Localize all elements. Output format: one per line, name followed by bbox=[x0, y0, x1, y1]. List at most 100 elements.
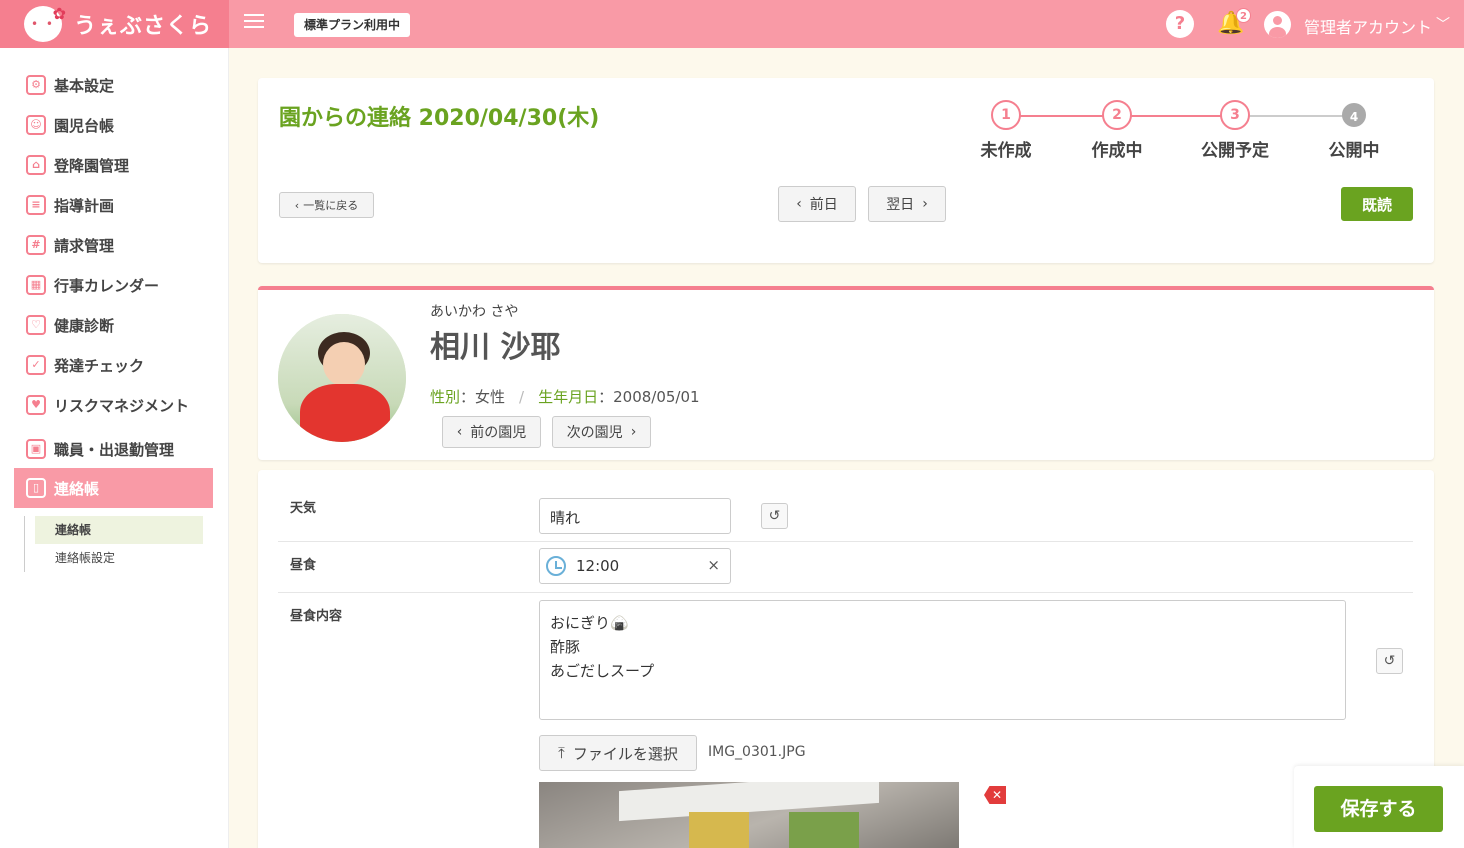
sidebar-item-development-check[interactable]: ✓ 発達チェック bbox=[14, 345, 213, 385]
sidebar-item-label: 行事カレンダー bbox=[54, 276, 160, 295]
prev-day-button[interactable]: ‹ 前日 bbox=[778, 186, 856, 222]
next-child-label: 次の園児 bbox=[566, 425, 623, 441]
sidebar-item-label: 健康診断 bbox=[54, 316, 115, 335]
sidebar-item-label: 基本設定 bbox=[54, 76, 115, 95]
sidebar-item-event-calendar[interactable]: ▦ 行事カレンダー bbox=[14, 265, 213, 305]
sidebar-item-label: 職員・出退勤管理 bbox=[54, 440, 175, 459]
child-profile-card: あいかわ さや 相川 沙耶 性別：女性 / 生年月日：2008/05/01 ‹ 前の園… bbox=[258, 286, 1434, 460]
weather-input[interactable]: 晴れ bbox=[539, 498, 731, 534]
menu-toggle-icon[interactable] bbox=[244, 14, 264, 34]
contact-form-card: 天気 晴れ ↺ 昼食 12:00 × 昼食内容 おにぎり🍙 酢豚 あごだしスープ… bbox=[258, 470, 1434, 848]
step-label: 公開予定 bbox=[1201, 141, 1269, 161]
submenu-item-contact-book[interactable]: 連絡帳 bbox=[35, 516, 203, 544]
image-preview bbox=[539, 782, 959, 848]
sidebar-item-guidance-plan[interactable]: ≡ 指導計画 bbox=[14, 185, 213, 225]
step-label: 作成中 bbox=[1091, 141, 1143, 161]
step-number: 2 bbox=[1102, 100, 1132, 130]
clock-icon bbox=[546, 556, 566, 576]
file-name: IMG_0301.JPG bbox=[708, 744, 806, 760]
submenu-item-contact-book-settings[interactable]: 連絡帳設定 bbox=[35, 544, 203, 572]
child-icon: ☺ bbox=[26, 115, 46, 135]
plan-badge: 標準プラン利用中 bbox=[294, 13, 411, 37]
sidebar-item-attendance[interactable]: ⌂ 登降園管理 bbox=[14, 145, 213, 185]
sidebar-item-basic-settings[interactable]: ⚙ 基本設定 bbox=[14, 65, 213, 105]
sidebar-item-label: 請求管理 bbox=[54, 236, 115, 255]
logo[interactable]: • • ✿ うぇぶさくら bbox=[0, 0, 229, 48]
sidebar-item-billing[interactable]: # 請求管理 bbox=[14, 225, 213, 265]
file-select-button[interactable]: ⤒ ファイルを選択 bbox=[539, 735, 697, 771]
stethoscope-icon: ♡ bbox=[26, 315, 46, 335]
step-2: 2 作成中 bbox=[1077, 100, 1157, 161]
lunch-time-value: 12:00 bbox=[576, 557, 620, 575]
chevron-left-icon: ‹ bbox=[456, 424, 463, 440]
top-header: • • ✿ うぇぶさくら 標準プラン利用中 ? 🔔 2 管理者アカウント ﹀ bbox=[0, 0, 1464, 48]
sidebar-item-child-register[interactable]: ☺ 園児台帳 bbox=[14, 105, 213, 145]
gender-key: 性別 bbox=[430, 388, 461, 406]
clear-icon[interactable]: × bbox=[707, 556, 720, 574]
lunch-content-label: 昼食内容 bbox=[290, 609, 343, 624]
next-day-label: 翌日 bbox=[886, 197, 915, 213]
meta-separator: / bbox=[519, 388, 525, 406]
reset-icon[interactable]: ↺ bbox=[761, 503, 788, 529]
sidebar-item-staff[interactable]: ▣ 職員・出退勤管理 bbox=[14, 429, 213, 469]
textarea-line: おにぎり🍙 bbox=[550, 614, 629, 632]
sidebar-item-risk-management[interactable]: ♥ リスクマネジメント bbox=[14, 385, 213, 425]
user-avatar-icon[interactable] bbox=[1264, 11, 1291, 38]
file-select-label: ファイルを選択 bbox=[572, 744, 678, 763]
calendar-icon: ▦ bbox=[26, 275, 46, 295]
chevron-right-icon: › bbox=[922, 196, 928, 212]
sidebar: ⚙ 基本設定 ☺ 園児台帳 ⌂ 登降園管理 ≡ 指導計画 # 請求管理 ▦ 行事カレンダー … bbox=[0, 48, 229, 848]
status-stepper: 1 未作成 2 作成中 3 公開予定 4 公開中 bbox=[974, 100, 1394, 161]
user-name[interactable]: 管理者アカウント bbox=[1304, 14, 1432, 38]
notification-badge: 2 bbox=[1236, 8, 1251, 23]
save-button[interactable]: 保存する bbox=[1314, 786, 1443, 832]
chevron-right-icon: › bbox=[630, 424, 637, 440]
birthdate-key: 生年月日 bbox=[538, 388, 599, 406]
reset-icon[interactable]: ↺ bbox=[1376, 648, 1403, 674]
lunch-content-textarea[interactable]: おにぎり🍙 酢豚 あごだしスープ bbox=[539, 600, 1346, 720]
step-label: 未作成 bbox=[980, 141, 1032, 161]
chevron-left-icon: ‹ bbox=[796, 196, 802, 212]
prev-child-button[interactable]: ‹ 前の園児 bbox=[442, 416, 541, 448]
step-number: 1 bbox=[991, 100, 1021, 130]
child-photo bbox=[278, 314, 406, 442]
book-icon: ▯ bbox=[26, 478, 46, 498]
help-icon[interactable]: ? bbox=[1166, 10, 1194, 38]
lunch-time-input[interactable]: 12:00 × bbox=[539, 548, 731, 584]
weather-label: 天気 bbox=[290, 501, 317, 516]
sidebar-item-contact-book[interactable]: ▯ 連絡帳 bbox=[14, 468, 213, 508]
child-meta: 性別：女性 / 生年月日：2008/05/01 bbox=[430, 386, 700, 407]
gear-icon: ⚙ bbox=[26, 75, 46, 95]
page-title: 園からの連絡 2020/04/30(木) bbox=[279, 106, 600, 131]
save-panel: 保存する bbox=[1294, 766, 1464, 848]
step-number: 3 bbox=[1220, 100, 1250, 130]
step-3: 3 公開予定 bbox=[1195, 100, 1275, 161]
sidebar-submenu: 連絡帳 連絡帳設定 bbox=[24, 516, 203, 572]
school-icon: ⌂ bbox=[26, 155, 46, 175]
sidebar-item-label: 発達チェック bbox=[54, 356, 145, 375]
step-1: 1 未作成 bbox=[966, 100, 1046, 161]
next-day-button[interactable]: 翌日 › bbox=[868, 186, 946, 222]
lunch-row: 昼食 12:00 × bbox=[278, 542, 1413, 593]
briefcase-icon: ▣ bbox=[26, 439, 46, 459]
step-label: 公開中 bbox=[1328, 141, 1380, 161]
back-to-list-label: 一覧に戻る bbox=[303, 199, 359, 212]
sidebar-item-label: 連絡帳 bbox=[54, 479, 100, 498]
upload-icon: ⤒ bbox=[558, 744, 565, 762]
child-name: 相川 沙耶 bbox=[430, 330, 561, 365]
title-card: 園からの連絡 2020/04/30(木) 1 未作成 2 作成中 3 公開予定 4 公開… bbox=[258, 78, 1434, 263]
chevron-left-icon: ‹ bbox=[294, 198, 300, 212]
weather-row: 天気 晴れ ↺ bbox=[278, 485, 1413, 542]
birthdate-value: ：2008/05/01 bbox=[598, 388, 700, 406]
back-to-list-button[interactable]: ‹ 一覧に戻る bbox=[279, 192, 374, 218]
logo-face-icon: • • ✿ bbox=[22, 4, 66, 44]
sidebar-item-label: 指導計画 bbox=[54, 196, 115, 215]
notebook-icon: ≡ bbox=[26, 195, 46, 215]
chevron-down-icon[interactable]: ﹀ bbox=[1436, 14, 1450, 34]
sidebar-item-label: 園児台帳 bbox=[54, 116, 115, 135]
sidebar-item-health-check[interactable]: ♡ 健康診断 bbox=[14, 305, 213, 345]
textarea-line: あごだしスープ bbox=[550, 662, 655, 680]
next-child-button[interactable]: 次の園児 › bbox=[552, 416, 651, 448]
read-button[interactable]: 既読 bbox=[1341, 187, 1413, 221]
sidebar-item-label: リスクマネジメント bbox=[54, 396, 190, 415]
